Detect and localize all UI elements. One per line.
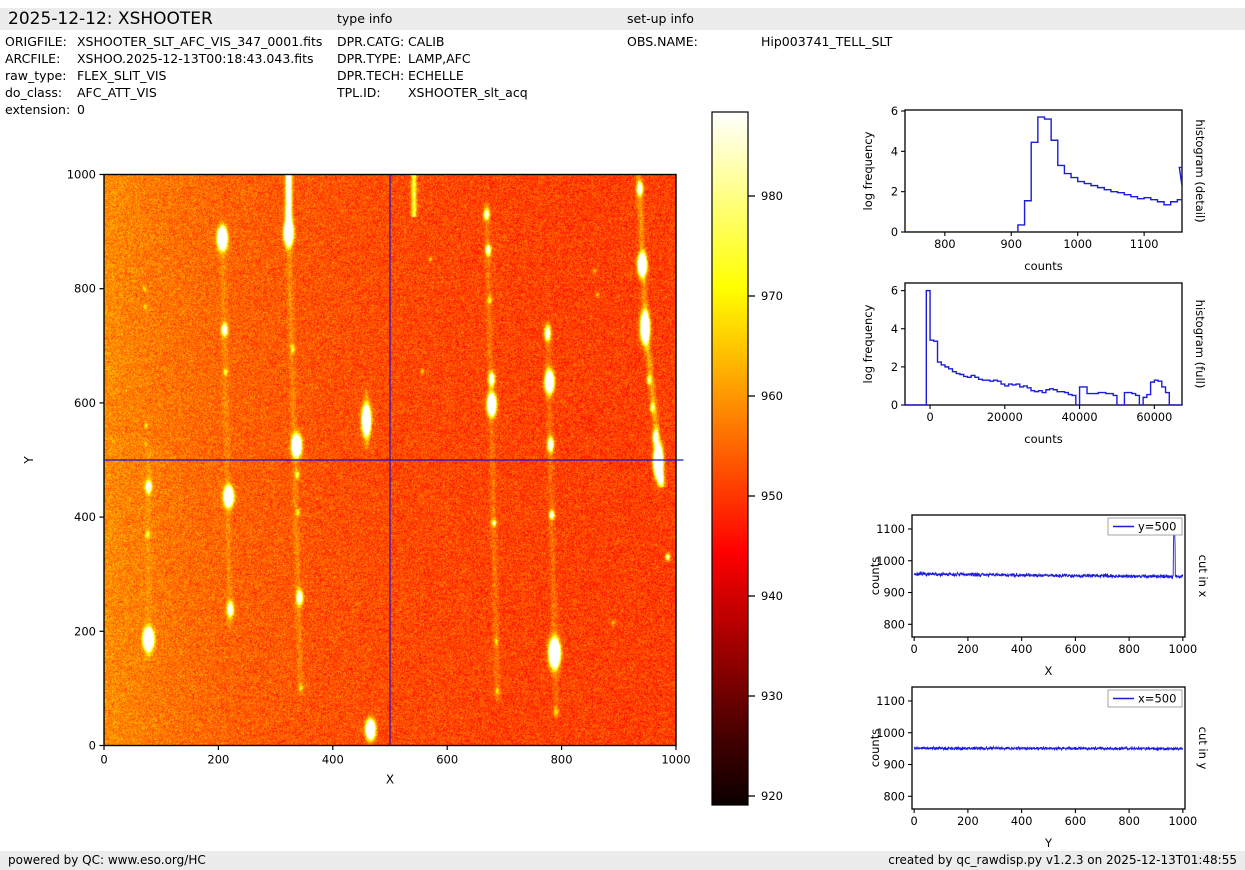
hist_full-ytick-label: 4 — [891, 323, 898, 336]
cut_y-legend-label: x=500 — [1138, 692, 1176, 706]
hist_full-ytick-label: 6 — [891, 285, 898, 298]
cut_y-xtick-label: 800 — [1118, 815, 1140, 828]
cut_y-ylabel: counts — [868, 729, 882, 767]
colorbar-gradient — [712, 112, 748, 805]
cut_x-xtick-label: 1000 — [1168, 643, 1197, 656]
hist_full-xtick-label: 0 — [926, 411, 933, 424]
cut_y-xtick-label: 200 — [957, 815, 979, 828]
raw-image-xtick-label: 0 — [100, 753, 107, 767]
hist_detail-ytick-label: 2 — [891, 186, 898, 199]
colorbar-tick-label: 950 — [761, 489, 783, 503]
raw-image-axes: 0 200 400 600 800 1000 0 200 400 600 800 1000 X Y — [22, 168, 691, 787]
cut-y-plot: 0200400600800100080090010001100Ycountscu… — [868, 687, 1210, 850]
cut_y-xlabel: Y — [1044, 836, 1053, 850]
hist_detail-xlabel: counts — [1024, 259, 1062, 273]
hist_detail-ylabel: log frequency — [861, 131, 875, 210]
hist_detail-ytick-label: 0 — [891, 226, 898, 239]
cut_x-xtick-label: 600 — [1065, 643, 1087, 656]
hist-detail-plot: 800 900 1000 1100 0 2 4 6 counts log frequency his… — [861, 105, 1207, 273]
raw-image-ytick-label: 200 — [74, 624, 96, 638]
raw-image-xlabel: X — [386, 773, 394, 787]
cut_x-ytick-label: 1100 — [876, 523, 905, 536]
cut-y-curve — [914, 746, 1183, 750]
hist_full-ylabel: log frequency — [861, 304, 875, 383]
hist_full-xtick-label: 40000 — [1062, 411, 1098, 424]
raw-image-ytick-label: 600 — [74, 396, 96, 410]
colorbar-tick-label: 960 — [761, 389, 783, 403]
raw-image-xtick-label: 1000 — [661, 753, 690, 767]
raw-image-ytick-label: 800 — [74, 282, 96, 296]
raw-image-ytick-label: 0 — [89, 739, 96, 753]
hist_full-xtick-label: 20000 — [987, 411, 1023, 424]
hist_detail-frame — [905, 110, 1182, 232]
hist-detail-curve — [905, 117, 1184, 232]
hist_full-ytick-label: 0 — [891, 399, 898, 412]
hist_full-xlabel: counts — [1024, 432, 1062, 446]
raw-image-ylabel: Y — [22, 456, 36, 465]
hist_detail-xtick-label: 1000 — [1063, 238, 1092, 251]
cut_y-xtick-label: 1000 — [1168, 815, 1197, 828]
raw-image-xtick-label: 600 — [436, 753, 458, 767]
footer-created-by: created by qc_rawdisp.py v1.2.3 on 2025-… — [888, 853, 1237, 867]
cut_x-legend-label: y=500 — [1138, 520, 1176, 534]
cut_x-xtick-label: 400 — [1011, 643, 1033, 656]
hist_full-frame — [905, 283, 1182, 405]
colorbar-tick-label: 920 — [761, 789, 783, 803]
cut_x-xtick-label: 200 — [957, 643, 979, 656]
colorbar-tick-label: 940 — [761, 589, 783, 603]
hist_detail-xtick-label: 900 — [1001, 238, 1023, 251]
cut_y-ytick-label: 800 — [883, 790, 905, 803]
raw-image-xtick-label: 800 — [551, 753, 573, 767]
colorbar-tick-label: 980 — [761, 189, 783, 203]
hist_detail-xtick-label: 1100 — [1130, 238, 1159, 251]
raw-image-xtick-label: 200 — [207, 753, 229, 767]
hist_detail-ytick-label: 6 — [891, 105, 898, 118]
footer-powered-by: powered by QC: www.eso.org/HC — [8, 853, 206, 867]
cut_x-ylabel: counts — [868, 557, 882, 595]
cut_x-xtick-label: 800 — [1118, 643, 1140, 656]
cut_y-xtick-label: 0 — [911, 815, 918, 828]
cut_y-xtick-label: 600 — [1065, 815, 1087, 828]
cut_x-xtick-label: 0 — [911, 643, 918, 656]
hist_full-ytick-label: 2 — [891, 361, 898, 374]
hist_detail-xtick-label: 800 — [934, 238, 956, 251]
hist_full-xtick-label: 60000 — [1136, 411, 1172, 424]
cut_y-right-label: cut in y — [1196, 727, 1210, 770]
cut_x-right-label: cut in x — [1196, 555, 1210, 598]
raw-image-ytick-label: 1000 — [67, 168, 96, 182]
raw-image-ytick-label: 400 — [74, 510, 96, 524]
cut_x-ytick-label: 900 — [883, 587, 905, 600]
cut_y-ytick-label: 1100 — [876, 695, 905, 708]
qc-report-page: 2025-12-12: XSHOOTER type info set-up in… — [0, 0, 1245, 870]
cut_y-ytick-label: 900 — [883, 759, 905, 772]
hist_full-right-label: histogram (full) — [1193, 300, 1207, 389]
hist_detail-right-label: histogram (detail) — [1193, 119, 1207, 222]
cut_y-xtick-label: 400 — [1011, 815, 1033, 828]
hist-full-curve — [905, 291, 1182, 405]
footer-bar: powered by QC: www.eso.org/HC created by… — [0, 851, 1245, 870]
cut-x-plot: 0200400600800100080090010001100Xcountscu… — [868, 515, 1210, 678]
hist-full-plot: 0 20000 40000 60000 0 2 4 6 counts log frequency h… — [861, 283, 1207, 446]
colorbar: 920 930 940 950 960 970 980 — [712, 112, 783, 805]
colorbar-tick-label: 970 — [761, 289, 783, 303]
hist_detail-ytick-label: 4 — [891, 145, 898, 158]
raw-image-xtick-label: 400 — [322, 753, 344, 767]
colorbar-tick-label: 930 — [761, 689, 783, 703]
cut_x-xlabel: X — [1045, 664, 1053, 678]
plots-overlay: 800 900 1000 1100 0 2 4 6 counts log frequency his… — [0, 0, 1245, 870]
cut_x-ytick-label: 800 — [883, 618, 905, 631]
